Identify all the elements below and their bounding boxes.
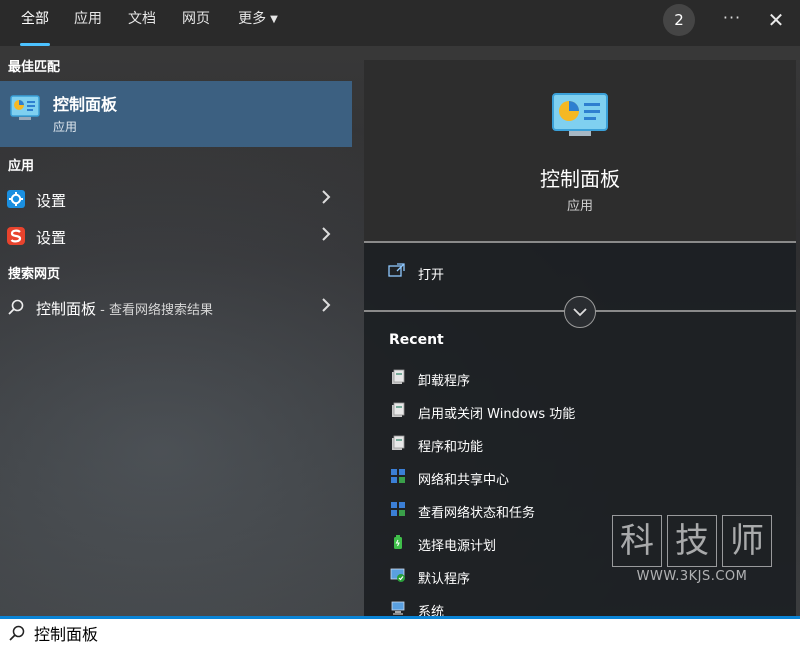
- recent-item-label: 查看网络状态和任务: [418, 506, 536, 521]
- web-search-suffix: - 查看网络搜索结果: [96, 303, 213, 318]
- default-programs-icon: [390, 568, 405, 582]
- open-action[interactable]: 打开: [364, 253, 796, 293]
- preview-app-kind: 应用: [566, 199, 593, 214]
- control-panel-icon: [10, 95, 40, 120]
- best-match-header: 最佳匹配: [8, 60, 61, 75]
- recent-item-label: 选择电源计划: [418, 539, 497, 554]
- network-icon: [391, 502, 405, 516]
- watermark: 科 技 师 WWW.3KJS.COM: [612, 515, 772, 593]
- recent-item[interactable]: 程序和功能: [364, 430, 796, 460]
- recent-item[interactable]: 网络和共享中心: [364, 463, 796, 493]
- notification-badge[interactable]: 2: [663, 4, 695, 36]
- search-input[interactable]: [34, 621, 734, 645]
- chevron-right-icon: [322, 298, 331, 312]
- app-result-settings-sogou[interactable]: 设置: [0, 218, 352, 254]
- chevron-right-icon: [322, 227, 331, 241]
- recent-title: Recent: [389, 332, 444, 348]
- expand-button[interactable]: [564, 296, 596, 328]
- tab-documents[interactable]: 文档: [120, 0, 164, 46]
- recent-item-label: 启用或关闭 Windows 功能: [418, 407, 576, 422]
- programs-icon: [392, 435, 405, 450]
- programs-icon: [392, 402, 405, 417]
- apps-header: 应用: [8, 159, 35, 174]
- web-search-header: 搜索网页: [8, 267, 61, 282]
- recent-item[interactable]: 卸载程序: [364, 364, 796, 394]
- best-match-item[interactable]: 控制面板 应用: [0, 81, 352, 147]
- best-match-subtitle: 应用: [53, 120, 78, 134]
- recent-item-label: 系统: [418, 605, 445, 616]
- recent-item[interactable]: 系统: [364, 595, 796, 616]
- watermark-url: WWW.3KJS.COM: [636, 569, 748, 584]
- watermark-char: 师: [722, 515, 772, 567]
- preview-app-name: 控制面板: [540, 167, 620, 191]
- search-icon: [8, 299, 24, 315]
- tab-more[interactable]: 更多 ▼: [228, 0, 288, 46]
- app-result-label: 设置: [36, 229, 67, 247]
- control-panel-icon: [552, 93, 608, 136]
- recent-item-label: 程序和功能: [418, 440, 484, 455]
- close-icon[interactable]: ✕: [760, 4, 792, 36]
- divider: [364, 241, 796, 243]
- search-bar: [0, 616, 800, 646]
- programs-icon: [392, 369, 405, 384]
- gear-icon: [7, 190, 25, 208]
- chevron-right-icon: [322, 190, 331, 204]
- open-label: 打开: [418, 268, 445, 283]
- tab-web[interactable]: 网页: [174, 0, 218, 46]
- more-options-icon[interactable]: ···: [716, 4, 748, 36]
- system-icon: [391, 601, 405, 615]
- app-result-label: 设置: [36, 192, 67, 210]
- recent-item-label: 卸载程序: [418, 374, 471, 389]
- recent-item-label: 默认程序: [418, 572, 471, 587]
- web-search-label: 控制面板 - 查看网络搜索结果: [36, 298, 213, 319]
- tab-all[interactable]: 全部: [10, 0, 60, 46]
- web-search-query: 控制面板: [36, 300, 97, 318]
- app-result-settings[interactable]: 设置: [0, 181, 352, 217]
- chevron-down-icon: [573, 308, 587, 317]
- sogou-s-icon: [7, 227, 25, 245]
- best-match-title: 控制面板: [53, 95, 118, 114]
- web-search-result[interactable]: 控制面板 - 查看网络搜索结果: [0, 289, 352, 325]
- search-icon: [9, 625, 25, 641]
- preview-header: 控制面板 应用: [364, 60, 796, 241]
- watermark-char: 科: [612, 515, 662, 567]
- tab-bar: 全部 应用 文档 网页 更多 ▼ 2 ··· ✕: [0, 0, 800, 46]
- network-icon: [391, 469, 405, 483]
- recent-item-label: 网络和共享中心: [418, 473, 510, 488]
- recent-item[interactable]: 启用或关闭 Windows 功能: [364, 397, 796, 427]
- results-panel: 最佳匹配 控制面板 应用 应用 设置 设置 搜索网页 控制面板 - 查看网络搜索…: [0, 46, 352, 616]
- watermark-char: 技: [667, 515, 717, 567]
- tab-apps[interactable]: 应用: [66, 0, 110, 46]
- open-icon: [388, 263, 405, 277]
- power-icon: [394, 535, 402, 549]
- chevron-down-icon: ▼: [270, 14, 278, 25]
